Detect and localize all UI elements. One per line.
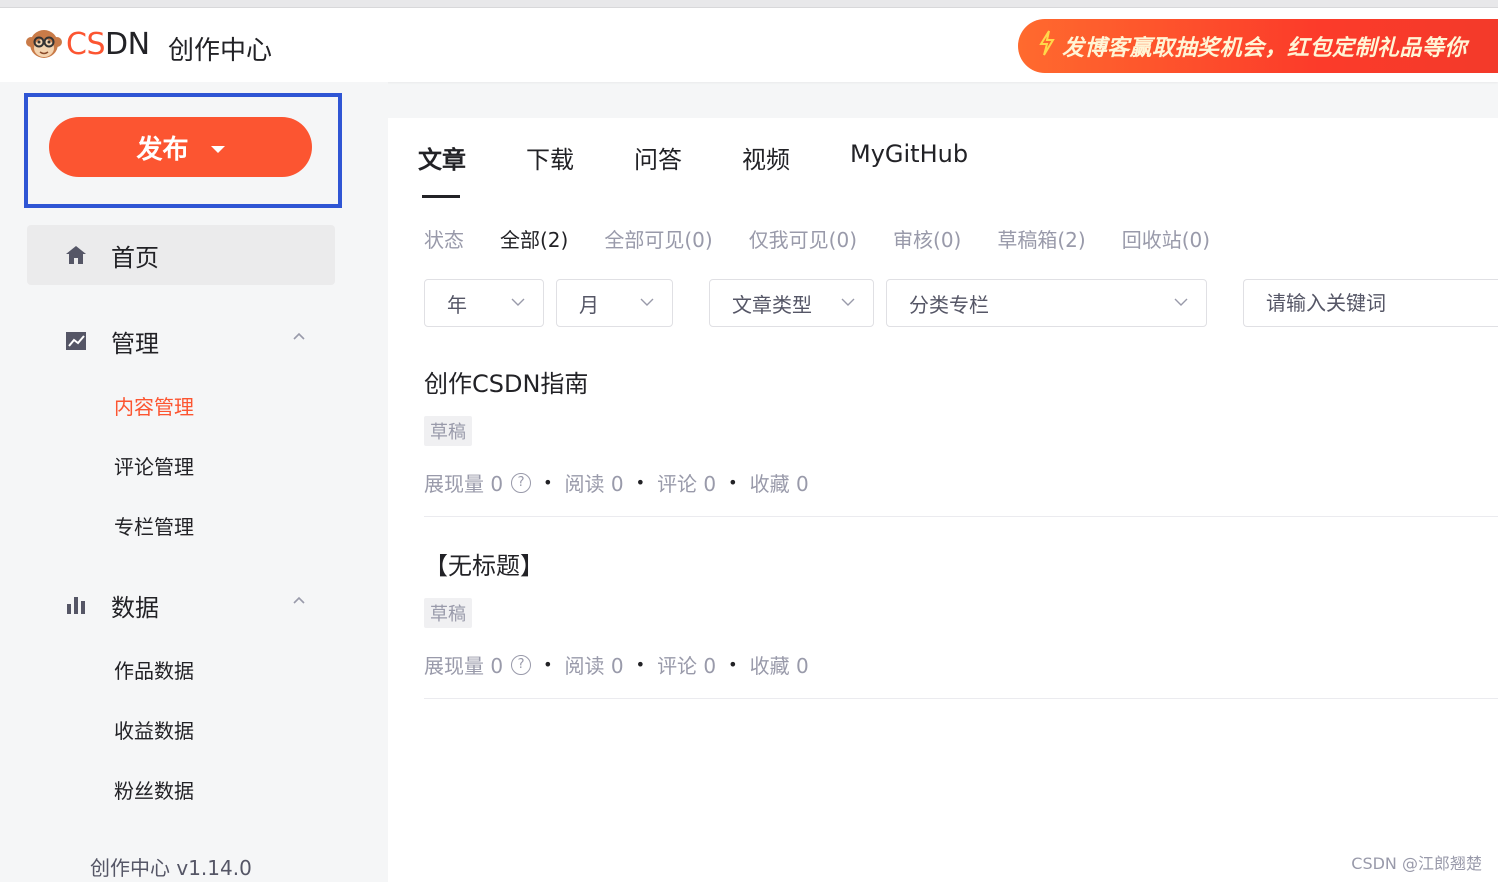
comments-count: 评论 0 [657,654,717,678]
tab-download[interactable]: 下载 [526,140,634,198]
separator-dot: • [635,655,646,674]
draft-tag: 草稿 [424,598,472,628]
impressions-count: 展现量 0 [424,654,504,678]
promo-banner[interactable]: 发博客赢取抽奖机会，红包定制礼品等你 [1018,19,1498,73]
tab-video[interactable]: 视频 [742,140,850,198]
sidebar: 发布 首页 管理 内容管理 评论管理 专栏管理 数据 作品数据 收益数据 粉丝数… [0,82,388,882]
month-select[interactable]: 月 [556,279,673,327]
favorites-count: 收藏 0 [749,654,809,678]
impressions-count: 展现量 0 [424,472,504,496]
home-icon [63,242,89,268]
page-title: 创作中心 [168,36,273,66]
reads-count: 阅读 0 [564,654,624,678]
status-recycle[interactable]: 回收站(0) [1122,224,1210,253]
status-label: 状态 [424,228,464,252]
status-drafts[interactable]: 草稿箱(2) [997,224,1085,253]
chevron-down-icon [511,298,525,306]
csdn-logo[interactable]: CSDN [24,24,150,64]
sidebar-item-home[interactable]: 首页 [27,225,335,285]
sidebar-item-label: 首页 [111,243,159,272]
keyword-search-input[interactable] [1243,279,1498,327]
sidebar-item-works-data[interactable]: 作品数据 [114,655,194,684]
status-public[interactable]: 全部可见(0) [604,224,712,253]
chart-line-icon [63,328,89,354]
separator-dot: • [728,655,738,674]
sidebar-item-comment-manage[interactable]: 评论管理 [114,451,194,480]
article-title[interactable]: 创作CSDN指南 [424,364,1498,399]
monkey-mascot-icon [24,24,64,64]
bar-chart-icon [63,592,89,618]
publish-label: 发布 [136,134,189,165]
article-title[interactable]: 【无标题】 [424,546,1498,581]
favorites-count: 收藏 0 [749,472,809,496]
draft-tag: 草稿 [424,416,472,446]
article-stats: 展现量 0 ? • 阅读 0 • 评论 0 • 收藏 0 [424,468,809,497]
main-panel: 文章 下载 问答 视频 MyGitHub 状态 全部(2) 全部可见(0) 仅我… [388,118,1498,882]
sidebar-item-income-data[interactable]: 收益数据 [114,715,194,744]
sidebar-group-label: 数据 [111,593,159,622]
help-icon[interactable]: ? [511,472,532,493]
browser-top-edge [0,0,1498,8]
sidebar-item-content-manage[interactable]: 内容管理 [114,391,194,420]
tab-mygithub[interactable]: MyGitHub [850,140,980,198]
status-review[interactable]: 审核(0) [893,224,961,253]
csdn-wordmark: CSDN [66,26,150,62]
separator-dot: • [728,473,738,492]
publish-highlight-box: 发布 [24,93,342,208]
article-item: 创作CSDN指南 草稿 展现量 0 ? • 阅读 0 • 评论 0 • 收藏 0 [424,364,1498,517]
watermark: CSDN @江郎翘楚 [1351,854,1482,873]
divider [424,698,1498,699]
column-select[interactable]: 分类专栏 [886,279,1207,327]
tab-qa[interactable]: 问答 [634,140,742,198]
lightning-icon [1038,30,1056,62]
separator-dot: • [635,473,646,492]
tab-article[interactable]: 文章 [418,140,526,198]
chevron-up-icon[interactable] [293,594,305,606]
top-header: CSDN 创作中心 发博客赢取抽奖机会，红包定制礼品等你 [0,8,1498,82]
separator-dot: • [543,655,553,674]
promo-text: 发博客赢取抽奖机会，红包定制礼品等你 [1062,36,1468,61]
sidebar-group-label: 管理 [111,329,159,358]
year-select[interactable]: 年 [424,279,544,327]
content-tabs: 文章 下载 问答 视频 MyGitHub [418,140,980,200]
status-all[interactable]: 全部(2) [500,224,568,253]
chevron-down-icon [640,298,654,306]
article-type-select[interactable]: 文章类型 [709,279,874,327]
reads-count: 阅读 0 [564,472,624,496]
article-stats: 展现量 0 ? • 阅读 0 • 评论 0 • 收藏 0 [424,650,809,679]
status-filter-row: 状态 全部(2) 全部可见(0) 仅我可见(0) 审核(0) 草稿箱(2) 回收… [424,224,1246,253]
chevron-down-icon [1174,298,1188,306]
comments-count: 评论 0 [657,472,717,496]
help-icon[interactable]: ? [511,654,532,675]
sidebar-group-data[interactable]: 数据 [27,580,335,630]
version-label: 创作中心 v1.14.0 [90,856,252,880]
sidebar-group-manage[interactable]: 管理 [27,316,335,366]
chevron-down-icon [841,298,855,306]
separator-dot: • [543,473,553,492]
status-private[interactable]: 仅我可见(0) [749,224,857,253]
sidebar-item-fans-data[interactable]: 粉丝数据 [114,775,194,804]
chevron-up-icon[interactable] [293,330,305,342]
article-item: 【无标题】 草稿 展现量 0 ? • 阅读 0 • 评论 0 • 收藏 0 [424,546,1498,699]
sidebar-item-column-manage[interactable]: 专栏管理 [114,511,194,540]
publish-button[interactable]: 发布 [49,117,312,177]
caret-down-icon [210,145,225,153]
divider [424,516,1498,517]
